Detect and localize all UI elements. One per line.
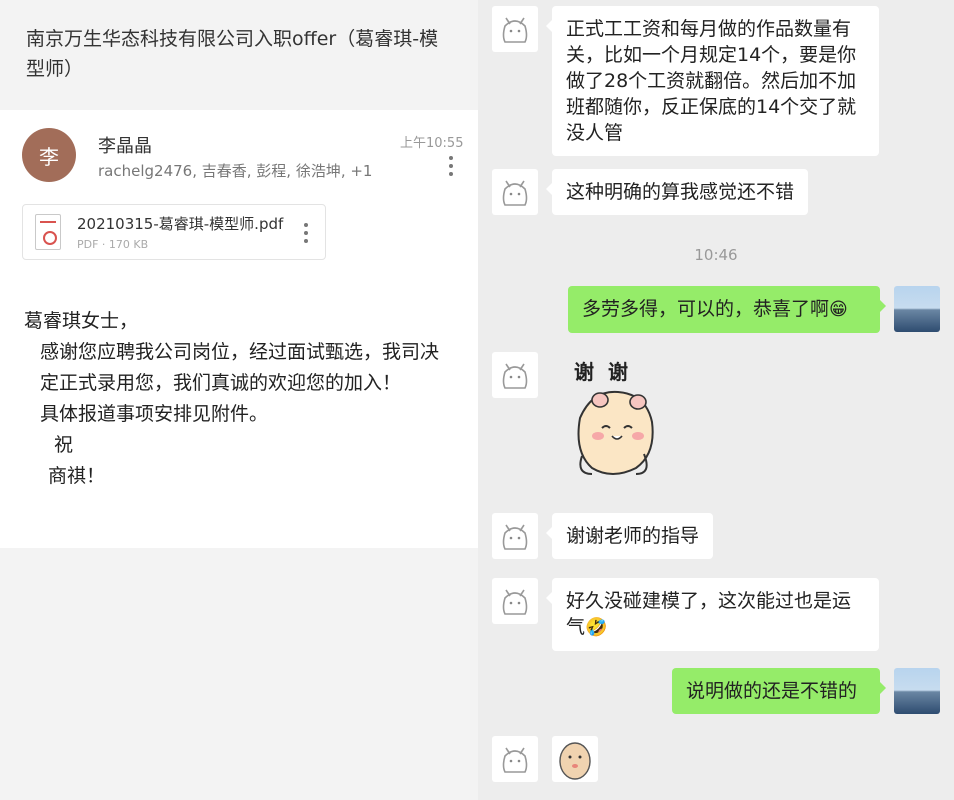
- message-bubble-outgoing[interactable]: 多劳多得，可以的，恭喜了啊😁: [568, 286, 886, 333]
- sender-name[interactable]: 李晶晶: [98, 132, 152, 158]
- chat-panel: 正式工工资和每月做的作品数量有关，比如一个月规定14个，要是你做了28个工资就翻…: [478, 0, 954, 800]
- contact-avatar[interactable]: [492, 736, 538, 782]
- email-closing: 商祺！: [48, 465, 106, 487]
- pdf-file-icon: [35, 214, 61, 250]
- chat-message-incoming: [478, 736, 954, 800]
- message-bubble[interactable]: 好久没碰建模了，这次能过也是运气🤣: [546, 578, 879, 651]
- attachment-name: 20210315-葛睿琪-模型师.pdf: [77, 215, 284, 233]
- email-paragraph: 具体报道事项安排见附件。: [40, 403, 269, 425]
- contact-avatar[interactable]: [492, 169, 538, 215]
- hamster-sticker-icon[interactable]: 谢谢: [552, 356, 682, 484]
- chat-timestamp: 10:46: [694, 246, 738, 264]
- email-closing: 祝: [54, 434, 74, 456]
- peanut-sticker-icon[interactable]: [552, 736, 598, 782]
- email-card: 李 李晶晶 rachelg2476, 吉春香, 彭程, 徐浩坤, +1 上午10…: [0, 110, 478, 548]
- attachment-meta: PDF · 170 KB: [77, 238, 149, 251]
- message-bubble[interactable]: 正式工工资和每月做的作品数量有关，比如一个月规定14个，要是你做了28个工资就翻…: [546, 6, 879, 156]
- email-body: 葛睿琪女士， 感谢您应聘我公司岗位，经过面试甄选，我司决定正式录用您，我们真诚的…: [24, 306, 454, 492]
- chat-message-outgoing: 说明做的还是不错的: [478, 668, 954, 716]
- chat-message-incoming: 谢谢老师的指导: [478, 513, 954, 561]
- my-avatar[interactable]: [894, 286, 940, 332]
- contact-avatar[interactable]: [492, 352, 538, 398]
- chat-message-incoming: 这种明确的算我感觉还不错: [478, 169, 954, 217]
- my-avatar[interactable]: [894, 668, 940, 714]
- chat-message-outgoing: 多劳多得，可以的，恭喜了啊😁: [478, 286, 954, 334]
- chat-message-incoming: 好久没碰建模了，这次能过也是运气🤣: [478, 578, 954, 651]
- email-greeting: 葛睿琪女士，: [24, 310, 139, 332]
- message-text: 好久没碰建模了，这次能过也是运气: [566, 590, 852, 638]
- attachment-card[interactable]: 20210315-葛睿琪-模型师.pdf PDF · 170 KB: [22, 204, 326, 260]
- message-text: 多劳多得，可以的，恭喜了啊: [582, 298, 830, 320]
- message-bubble-outgoing[interactable]: 说明做的还是不错的: [672, 668, 886, 714]
- chat-message-incoming: 谢谢: [478, 352, 954, 492]
- more-options-icon[interactable]: [448, 156, 454, 176]
- rofl-emoji-icon: 🤣: [585, 617, 608, 638]
- contact-avatar[interactable]: [492, 6, 538, 52]
- chat-message-incoming: 正式工工资和每月做的作品数量有关，比如一个月规定14个，要是你做了28个工资就翻…: [478, 6, 954, 156]
- contact-avatar[interactable]: [492, 578, 538, 624]
- recipients-list[interactable]: rachelg2476, 吉春香, 彭程, 徐浩坤, +1: [98, 160, 372, 181]
- grin-emoji-icon: 😁: [829, 299, 848, 320]
- sender-avatar[interactable]: 李: [22, 128, 76, 182]
- email-panel: 南京万生华态科技有限公司入职offer（葛睿琪-模型师） 李 李晶晶 rache…: [0, 0, 478, 800]
- attachment-more-icon[interactable]: [303, 223, 309, 243]
- email-time: 上午10:55: [400, 136, 464, 151]
- contact-avatar[interactable]: [492, 513, 538, 559]
- message-bubble[interactable]: 谢谢老师的指导: [545, 513, 714, 559]
- email-paragraph: 感谢您应聘我公司岗位，经过面试甄选，我司决定正式录用您，我们真诚的欢迎您的加入！: [40, 341, 440, 394]
- email-subject: 南京万生华态科技有限公司入职offer（葛睿琪-模型师）: [26, 28, 439, 80]
- message-bubble[interactable]: 这种明确的算我感觉还不错: [545, 169, 809, 215]
